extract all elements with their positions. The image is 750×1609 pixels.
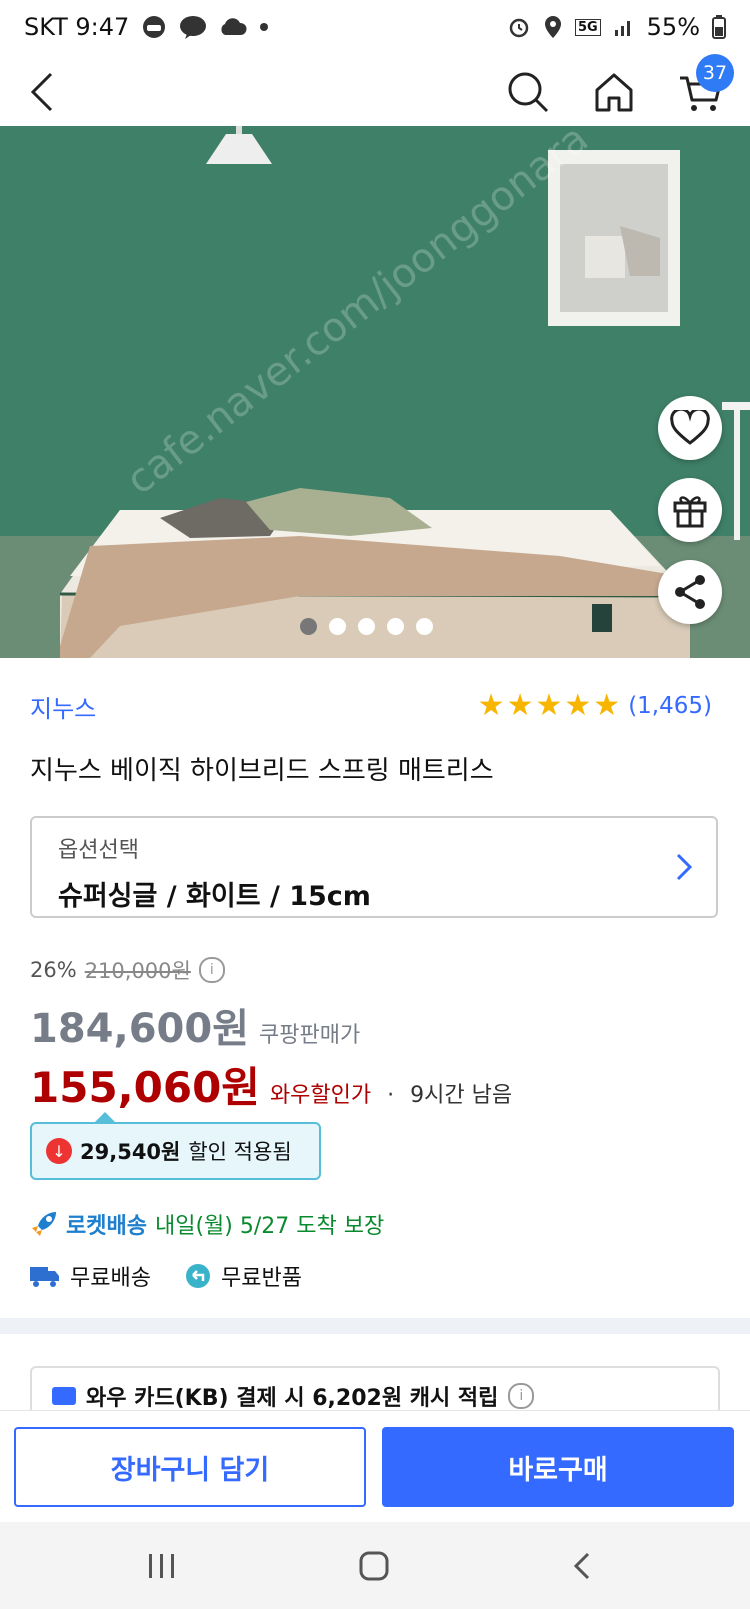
signal-icon xyxy=(613,16,635,38)
top-navigation: 37 xyxy=(0,54,750,126)
star-icon: ★ xyxy=(506,688,534,723)
home-square-icon xyxy=(359,1551,389,1581)
search-icon xyxy=(508,72,549,113)
carousel-dot[interactable] xyxy=(358,618,375,635)
down-arrow-icon: ↓ xyxy=(46,1138,72,1164)
battery-icon xyxy=(712,15,726,39)
chevron-right-icon xyxy=(676,853,693,881)
review-count[interactable]: (1,465) xyxy=(628,693,712,719)
back-arrow-icon xyxy=(30,72,53,112)
back-button[interactable] xyxy=(14,64,70,120)
kakaotalk-icon xyxy=(179,15,207,39)
cart-button[interactable]: 37 xyxy=(672,54,734,120)
alarm-icon xyxy=(507,15,531,39)
star-icon: ★ xyxy=(477,688,505,723)
separator-bullet: · xyxy=(387,1083,395,1108)
product-photo: cafe.naver.com/joonggonara xyxy=(0,126,750,658)
cart-count-badge: 37 xyxy=(696,54,734,92)
coupon-amount: 29,540원 xyxy=(80,1140,181,1164)
option-value: 슈퍼싱글 / 화이트 / 15cm xyxy=(58,881,371,912)
coupang-price: 184,600원 xyxy=(30,1006,249,1052)
more-notifications-dot-icon xyxy=(259,22,269,32)
share-button[interactable] xyxy=(658,560,722,624)
section-divider xyxy=(0,1318,750,1334)
discount-applied-badge: ↓ 29,540원 할인 적용됨 xyxy=(30,1112,321,1180)
cloud-icon xyxy=(219,18,247,36)
product-image-carousel[interactable]: cafe.naver.com/joonggonara xyxy=(0,126,750,658)
status-bar: SKT 9:47 5G 55% xyxy=(0,0,750,54)
system-back-button[interactable] xyxy=(552,1544,612,1588)
location-icon xyxy=(543,15,563,39)
rocket-icon xyxy=(32,1212,56,1236)
network-5g-icon: 5G xyxy=(574,18,601,36)
heart-icon xyxy=(670,410,710,445)
card-offer-text: 와우 카드(KB) 결제 시 6,202원 캐시 적립 xyxy=(86,1386,499,1411)
buy-now-button[interactable]: 바로구매 xyxy=(382,1427,734,1507)
carousel-dot[interactable] xyxy=(416,618,433,635)
chevron-left-icon xyxy=(573,1552,590,1580)
carousel-dot[interactable] xyxy=(300,618,317,635)
return-icon xyxy=(185,1264,210,1288)
time-remaining: 9시간 남음 xyxy=(410,1083,513,1108)
carrier-time: SKT 9:47 xyxy=(24,13,130,41)
carousel-dot[interactable] xyxy=(387,618,404,635)
recent-apps-icon xyxy=(149,1554,174,1578)
info-icon[interactable]: i xyxy=(508,1383,535,1409)
card-icon xyxy=(52,1387,76,1405)
discount-rate: 26% xyxy=(30,958,77,982)
car-icon xyxy=(141,15,167,39)
wow-price-label: 와우할인가 xyxy=(269,1083,372,1108)
brand-rating-row: 지누스 ★ ★ ★ ★ ★ (1,465) xyxy=(30,686,712,726)
wow-price-row: 155,060원 와우할인가 · 9시간 남음 xyxy=(30,1054,512,1115)
carousel-dot[interactable] xyxy=(329,618,346,635)
wow-price: 155,060원 xyxy=(30,1063,260,1112)
star-icon: ★ xyxy=(593,688,621,723)
gift-icon xyxy=(673,496,707,528)
home-button[interactable] xyxy=(586,64,642,120)
recent-apps-button[interactable] xyxy=(132,1544,192,1588)
brand-link[interactable]: 지누스 xyxy=(30,689,96,724)
delivery-guarantee: 내일(월) 5/27 도착 보장 xyxy=(154,1214,385,1239)
coupon-text: 할인 적용됨 xyxy=(188,1140,292,1164)
coupang-price-row: 184,600원 쿠팡판매가 xyxy=(30,996,360,1054)
free-shipping-label: 무료배송 xyxy=(70,1266,151,1291)
star-icon: ★ xyxy=(535,688,563,723)
coupang-price-label: 쿠팡판매가 xyxy=(259,1023,361,1048)
battery-level: 55% xyxy=(646,13,700,41)
carousel-indicator xyxy=(300,618,433,635)
rating[interactable]: ★ ★ ★ ★ ★ (1,465) xyxy=(478,691,712,721)
share-icon xyxy=(675,575,705,609)
home-system-button[interactable] xyxy=(344,1544,404,1588)
purchase-action-bar: 장바구니 담기 바로구매 xyxy=(0,1410,750,1523)
option-selector[interactable]: 옵션선택 슈퍼싱글 / 화이트 / 15cm xyxy=(30,816,718,918)
free-services-row: 무료배송 무료반품 xyxy=(30,1260,302,1292)
search-button[interactable] xyxy=(500,64,556,120)
info-icon[interactable]: i xyxy=(198,957,225,983)
star-icon: ★ xyxy=(564,688,592,723)
original-price: 210,000원 xyxy=(84,959,191,983)
gift-button[interactable] xyxy=(658,478,722,542)
free-return-label: 무료반품 xyxy=(220,1266,302,1291)
truck-icon xyxy=(30,1267,59,1287)
system-navigation-bar xyxy=(0,1522,750,1609)
home-icon xyxy=(595,73,633,112)
add-to-cart-button[interactable]: 장바구니 담기 xyxy=(14,1427,366,1507)
rocket-delivery-label: 로켓배송 xyxy=(66,1214,147,1239)
option-label: 옵션선택 xyxy=(58,838,139,863)
product-title: 지누스 베이직 하이브리드 스프링 매트리스 xyxy=(30,756,494,786)
discount-row: 26% 210,000원 i xyxy=(30,955,225,985)
rocket-delivery-row: 로켓배송 내일(월) 5/27 도착 보장 xyxy=(30,1208,384,1240)
wishlist-button[interactable] xyxy=(658,396,722,460)
